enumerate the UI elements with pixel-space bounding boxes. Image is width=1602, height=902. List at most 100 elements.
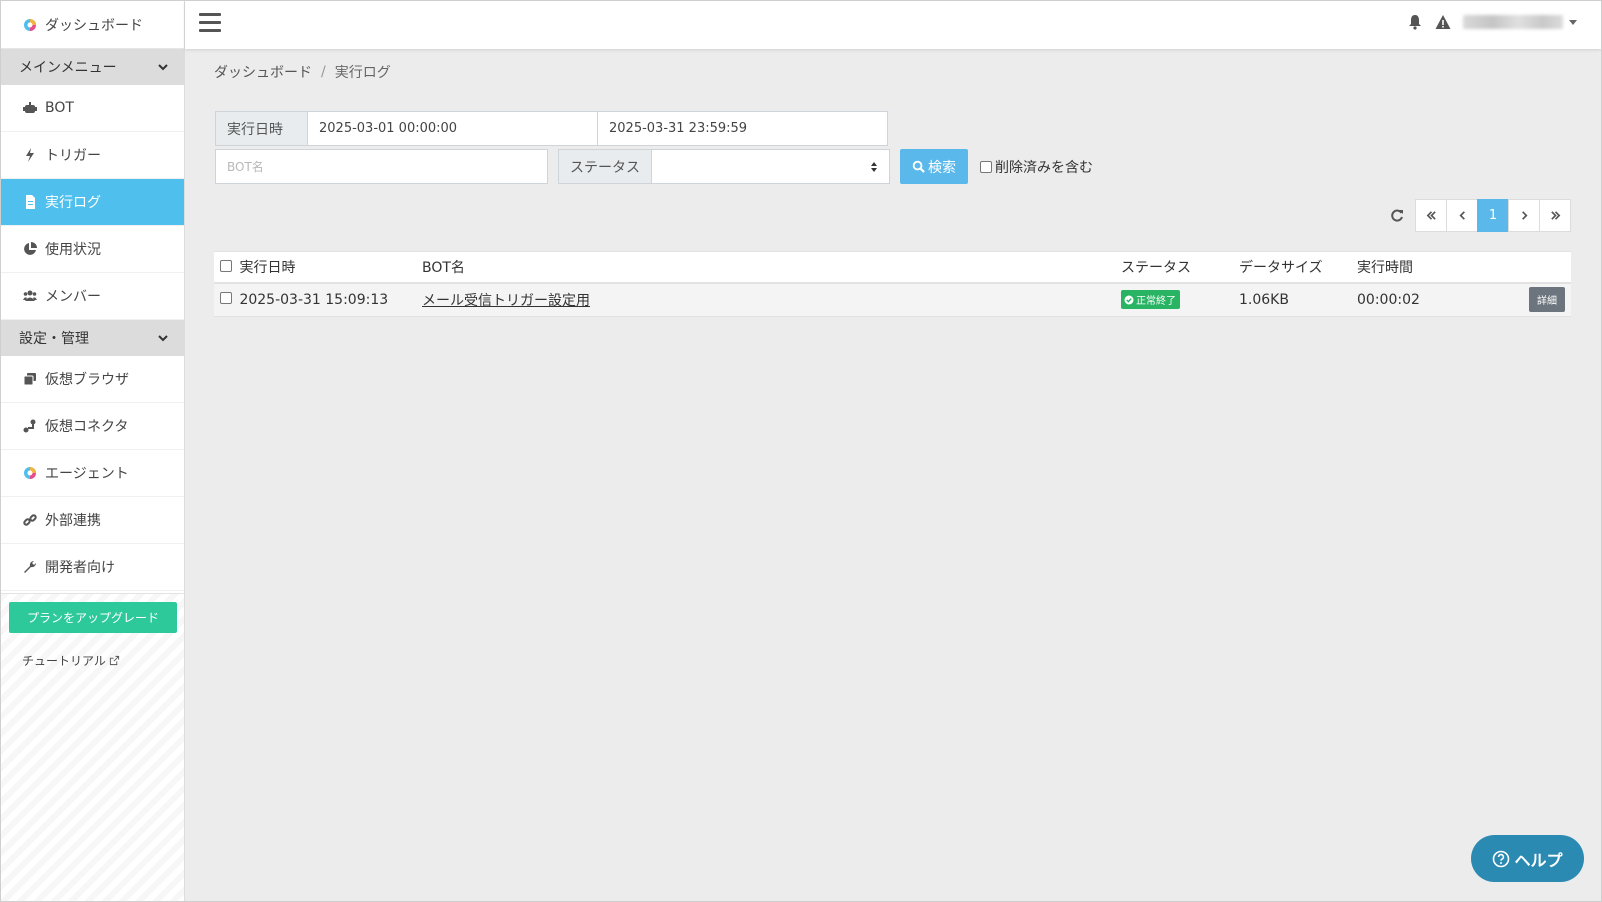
cell-actions: 詳細 [1469,282,1571,317]
robot-icon [23,102,37,113]
chevron-right-icon [1521,211,1528,220]
search-button-label: 検索 [928,159,956,176]
sidebar-brand[interactable]: ダッシュボード [1,1,184,49]
date-label: 実行日時 [215,111,308,146]
section-main-menu[interactable]: メインメニュー [1,49,184,85]
sidebar-item-developers[interactable]: 開発者向け [1,544,184,591]
header-duration[interactable]: 実行時間 [1351,251,1469,284]
link-icon [23,514,37,526]
bot-name-filter: BOT名 [215,149,548,184]
sidebar-item-integrations[interactable]: 外部連携 [1,497,184,544]
browser-icon [23,373,36,386]
sidebar-item-label: トリガー [45,148,101,164]
topbar-actions [1395,14,1577,30]
upgrade-plan-button[interactable]: プランをアップグレード [9,602,177,633]
header-executed-at-label: 実行日時 [239,259,296,276]
select-all-checkbox[interactable] [220,259,232,272]
include-deleted-label: 削除済みを含む [995,160,1093,176]
chevron-down-icon [158,335,168,342]
row-checkbox[interactable] [220,291,232,304]
wrench-icon [24,560,37,573]
sidebar-item-virtual-connector[interactable]: 仮想コネクタ [1,403,184,450]
prev-page-button[interactable] [1446,199,1478,232]
cell-executed-at: 2025-03-31 15:09:13 [214,282,416,317]
check-circle-icon [1124,295,1134,305]
sidebar-footer: プランをアップグレード チュートリアル [1,593,184,901]
header-executed-at: 実行日時 [214,251,416,284]
checkbox[interactable] [980,161,992,173]
logo-icon [24,18,36,31]
sidebar-item-label: エージェント [45,466,129,482]
brand-label: ダッシュボード [45,17,143,34]
sidebar-item-label: 仮想コネクタ [45,419,129,435]
page-button-current[interactable]: 1 [1477,199,1509,232]
status-badge-label: 正常終了 [1136,296,1176,308]
status-badge: 正常終了 [1121,290,1180,310]
include-deleted-checkbox[interactable]: 削除済みを含む [980,157,1093,177]
user-menu[interactable] [1463,15,1563,29]
warning-icon[interactable] [1435,14,1451,30]
help-button[interactable]: ヘルプ [1471,835,1584,882]
executed-at-value: 2025-03-31 15:09:13 [239,291,389,308]
external-link-icon [109,655,119,666]
cell-data-size: 1.06KB [1233,282,1351,317]
sidebar-item-bot[interactable]: BOT [1,85,184,132]
sidebar-item-label: BOT [45,100,74,116]
pie-chart-icon [24,242,37,255]
detail-button[interactable]: 詳細 [1529,287,1565,313]
header-bot-name[interactable]: BOT名 [416,251,1115,284]
breadcrumb: ダッシュボード / 実行ログ [214,62,391,82]
sidebar-item-usage[interactable]: 使用状況 [1,226,184,273]
breadcrumb-home[interactable]: ダッシュボード [214,62,312,82]
sidebar-item-virtual-browser[interactable]: 仮想ブラウザ [1,356,184,403]
main-content: ダッシュボード / 実行ログ 実行日時 2025-03-01 00:00:00 … [185,49,1601,901]
last-page-button[interactable] [1539,199,1571,232]
search-icon [912,160,925,173]
refresh-icon[interactable] [1390,209,1404,223]
bell-icon[interactable] [1407,14,1423,30]
sidebar-item-label: 使用状況 [45,242,101,258]
section-settings[interactable]: 設定・管理 [1,320,184,356]
file-icon [26,195,35,209]
first-page-button[interactable] [1415,199,1447,232]
bolt-icon [26,148,34,162]
status-select[interactable] [652,149,890,184]
header-status[interactable]: ステータス [1115,251,1233,284]
breadcrumb-current: 実行ログ [334,65,391,81]
topbar [185,1,1601,49]
status-label: ステータス [558,149,652,184]
sidebar-item-label: 仮想ブラウザ [45,372,129,388]
header-actions [1469,251,1571,284]
bot-name-link[interactable]: メール受信トリガー設定用 [422,293,590,309]
sidebar-item-label: 開発者向け [45,560,115,576]
double-chevron-left-icon [1426,211,1436,220]
chevron-down-icon [158,64,168,71]
table-row: 2025-03-31 15:09:13 メール受信トリガー設定用 正常終了 1.… [214,282,1571,317]
cell-bot-name: メール受信トリガー設定用 [416,282,1115,317]
app-window: ダッシュボード メインメニュー BOT トリガー 実行ログ 使用状況 メンバー … [0,0,1602,902]
search-button[interactable]: 検索 [900,149,968,184]
connector-icon [23,419,36,433]
tutorial-link[interactable]: チュートリアル [22,652,120,669]
table-header-row: 実行日時 BOT名 ステータス データサイズ 実行時間 [214,251,1571,284]
caret-down-icon[interactable] [1569,19,1577,25]
sidebar-item-members[interactable]: メンバー [1,273,184,320]
sidebar-item-label: 実行ログ [45,195,101,211]
execution-log-table: 実行日時 BOT名 ステータス データサイズ 実行時間 2025-03-31 1… [214,251,1571,317]
section-main-menu-label: メインメニュー [19,60,117,76]
agent-icon [24,467,36,479]
users-icon [23,290,37,301]
sidebar-item-execution-log[interactable]: 実行ログ [1,179,184,226]
sidebar: ダッシュボード メインメニュー BOT トリガー 実行ログ 使用状況 メンバー … [1,1,185,901]
sidebar-item-trigger[interactable]: トリガー [1,132,184,179]
header-data-size[interactable]: データサイズ [1233,251,1351,284]
date-to-input[interactable]: 2025-03-31 23:59:59 [598,111,888,146]
menu-toggle-icon[interactable] [199,13,221,35]
bot-name-input[interactable]: BOT名 [215,149,548,184]
pagination: 1 [1390,199,1571,232]
date-from-input[interactable]: 2025-03-01 00:00:00 [308,111,598,146]
next-page-button[interactable] [1508,199,1540,232]
sidebar-item-agent[interactable]: エージェント [1,450,184,497]
sidebar-item-label: 外部連携 [45,513,101,529]
cell-status: 正常終了 [1115,282,1233,317]
